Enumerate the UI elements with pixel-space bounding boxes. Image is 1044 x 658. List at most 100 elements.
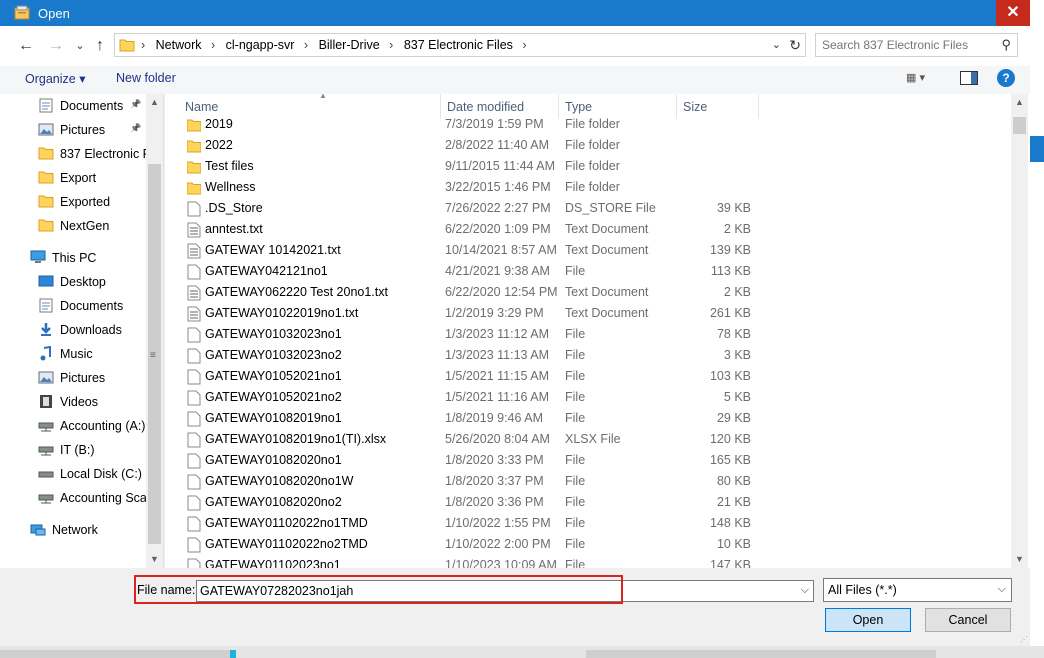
sidebar-item-pictures[interactable]: Pictures xyxy=(38,367,146,389)
file-row[interactable]: GATEWAY 10142021.txt 10/14/2021 8:57 AM Te… xyxy=(165,240,765,261)
sidebar-item-it-b[interactable]: IT (B:) xyxy=(38,439,146,461)
file-row[interactable]: GATEWAY01082020no1W 1/8/2020 3:37 PM File 8… xyxy=(165,471,765,492)
file-row[interactable]: GATEWAY01082019no1(TI).xlsx 5/26/2020 8:0… xyxy=(165,429,765,450)
chevron-down-icon[interactable]: ⌵ xyxy=(801,584,809,597)
file-name: Wellness xyxy=(205,180,256,194)
file-size: 261 KB xyxy=(709,306,751,320)
file-type: File xyxy=(565,348,586,362)
chevron-down-icon[interactable]: ⌵ xyxy=(998,583,1006,596)
sidebar-item-pictures[interactable]: Pictures 📌 xyxy=(38,119,146,141)
dialog-footer: File name: ⌵ All Files (*.*) ⌵ Open Canc… xyxy=(0,568,1030,646)
file-row[interactable]: 2019 7/3/2019 1:59 PM File folder xyxy=(165,114,765,135)
file-row[interactable]: GATEWAY042121no1 4/21/2021 9:38 AM File 113… xyxy=(165,261,765,282)
file-row[interactable]: GATEWAY01082019no1 1/8/2019 9:46 AM File 29… xyxy=(165,408,765,429)
sidebar-item-label: Network xyxy=(52,523,98,537)
sidebar-item-label: Desktop xyxy=(60,275,106,289)
file-row[interactable]: GATEWAY01052021no1 1/5/2021 11:15 AM File 1… xyxy=(165,366,765,387)
search-box[interactable]: ⚲ xyxy=(815,33,1018,57)
file-name: .DS_Store xyxy=(205,201,263,215)
sidebar-item-network[interactable]: Network xyxy=(30,519,146,541)
close-button[interactable]: ✕ xyxy=(996,0,1030,26)
sidebar-item-this-pc[interactable]: This PC xyxy=(30,247,146,269)
resize-grip-icon[interactable]: ⋰ xyxy=(1020,635,1028,644)
organize-button[interactable]: Organize ▾ xyxy=(25,71,85,86)
file-row[interactable]: .DS_Store 7/26/2022 2:27 PM DS_STORE File 3… xyxy=(165,198,765,219)
recent-locations-button[interactable]: ⌄ xyxy=(70,36,90,56)
documents-icon xyxy=(38,98,54,113)
text-document-icon xyxy=(187,285,201,301)
address-bar[interactable]: › Network › cl-ngapp-svr › Biller-Drive … xyxy=(114,33,806,57)
sidebar-item-music[interactable]: Music xyxy=(38,343,146,365)
file-size: 10 KB xyxy=(716,537,751,551)
refresh-icon[interactable]: ↻ xyxy=(789,37,801,54)
file-date-modified: 1/3/2023 11:13 AM xyxy=(445,348,550,362)
search-icon[interactable]: ⚲ xyxy=(1001,37,1011,53)
cancel-button[interactable]: Cancel xyxy=(925,608,1011,632)
sidebar-item-label: Local Disk (C:) xyxy=(60,467,142,481)
scroll-down-icon[interactable]: ▼ xyxy=(146,551,163,568)
help-button[interactable]: ? xyxy=(997,69,1015,87)
file-row[interactable]: GATEWAY01082020no2 1/8/2020 3:36 PM File 21… xyxy=(165,492,765,513)
address-dropdown-icon[interactable]: ⌄ xyxy=(772,38,781,51)
back-button[interactable]: ← xyxy=(16,36,36,56)
file-name: GATEWAY01052021no2 xyxy=(205,390,342,404)
sidebar-item-videos[interactable]: Videos xyxy=(38,391,146,413)
documents-icon xyxy=(38,298,54,313)
music-icon xyxy=(38,345,54,361)
new-folder-button[interactable]: New folder xyxy=(116,71,176,85)
file-row[interactable]: GATEWAY01102023no1 1/10/2023 10:09 AM File… xyxy=(165,555,765,568)
pictures-icon xyxy=(38,122,54,137)
file-date-modified: 7/26/2022 2:27 PM xyxy=(445,201,551,215)
file-type-filter[interactable]: All Files (*.*) ⌵ xyxy=(823,578,1012,602)
file-date-modified: 4/21/2021 9:38 AM xyxy=(445,264,550,278)
file-row[interactable]: Test files 9/11/2015 11:44 AM File folder xyxy=(165,156,765,177)
file-size: 5 KB xyxy=(723,390,751,404)
breadcrumb-share[interactable]: Biller-Drive xyxy=(319,38,380,52)
file-size: 2 KB xyxy=(723,285,751,299)
up-button[interactable]: ↑ xyxy=(90,36,110,56)
sidebar-item-label: Pictures xyxy=(60,123,106,137)
sidebar-item-exported[interactable]: Exported xyxy=(38,191,146,213)
file-row[interactable]: GATEWAY01102022no2TMD 1/10/2022 2:00 PM Fi… xyxy=(165,534,765,555)
file-row[interactable]: GATEWAY062220 Test 20no1.txt 6/22/2020 12… xyxy=(165,282,765,303)
preview-pane-icon[interactable] xyxy=(960,71,978,85)
file-row[interactable]: GATEWAY01052021no2 1/5/2021 11:16 AM File 5… xyxy=(165,387,765,408)
file-row[interactable]: 2022 2/8/2022 11:40 AM File folder xyxy=(165,135,765,156)
sidebar-item-accounting-scar[interactable]: Accounting Scar xyxy=(38,487,151,509)
search-input[interactable] xyxy=(822,37,982,53)
file-list-scrollbar[interactable]: ▲ ▼ xyxy=(1011,94,1028,568)
sidebar-item-label: Documents xyxy=(60,299,124,313)
videos-icon xyxy=(38,394,54,409)
navigation-scrollbar[interactable]: ▲ ≡ ▼ xyxy=(146,94,163,568)
sidebar-item-documents[interactable]: Documents 📌 xyxy=(38,95,146,117)
breadcrumb-network[interactable]: Network xyxy=(156,38,202,52)
change-view-button[interactable]: ▦ ▾ xyxy=(906,71,925,84)
breadcrumb-current-folder[interactable]: 837 Electronic Files xyxy=(404,38,513,52)
breadcrumb-server[interactable]: cl-ngapp-svr xyxy=(226,38,295,52)
scroll-up-icon[interactable]: ▲ xyxy=(1011,94,1028,111)
pin-icon: 📌 xyxy=(130,123,142,133)
sidebar-item-local-disk-c[interactable]: Local Disk (C:) xyxy=(38,463,146,485)
file-icon xyxy=(187,474,201,490)
sidebar-item-accounting-a[interactable]: Accounting (A:) xyxy=(38,415,146,437)
forward-button[interactable]: → xyxy=(46,36,66,56)
sidebar-item-downloads[interactable]: Downloads xyxy=(38,319,146,341)
open-dialog: Open ✕ ← → ⌄ ↑ › Network › cl-ngapp-svr … xyxy=(0,0,1030,646)
scroll-down-icon[interactable]: ▼ xyxy=(1011,551,1028,568)
file-row[interactable]: GATEWAY01032023no1 1/3/2023 11:12 AM File 7… xyxy=(165,324,765,345)
file-row[interactable]: GATEWAY01102022no1TMD 1/10/2022 1:55 PM Fi… xyxy=(165,513,765,534)
sidebar-item-label: Export xyxy=(60,171,97,185)
file-row[interactable]: Wellness 3/22/2015 1:46 PM File folder xyxy=(165,177,765,198)
sidebar-item-documents[interactable]: Documents xyxy=(38,295,146,317)
open-button[interactable]: Open xyxy=(825,608,911,632)
sidebar-item-export[interactable]: Export xyxy=(38,167,146,189)
sidebar-item-837-electronic-fi[interactable]: 837 Electronic Fi xyxy=(38,143,153,165)
file-row[interactable]: GATEWAY01032023no2 1/3/2023 11:13 AM File 3… xyxy=(165,345,765,366)
sidebar-item-desktop[interactable]: Desktop xyxy=(38,271,146,293)
sidebar-item-nextgen[interactable]: NextGen xyxy=(38,215,146,237)
scroll-up-icon[interactable]: ▲ xyxy=(146,94,163,111)
scrollbar-thumb[interactable] xyxy=(1013,117,1026,134)
file-row[interactable]: GATEWAY01022019no1.txt 1/2/2019 3:29 PM Te… xyxy=(165,303,765,324)
file-row[interactable]: anntest.txt 6/22/2020 1:09 PM Text Documen… xyxy=(165,219,765,240)
file-row[interactable]: GATEWAY01082020no1 1/8/2020 3:33 PM File 16… xyxy=(165,450,765,471)
